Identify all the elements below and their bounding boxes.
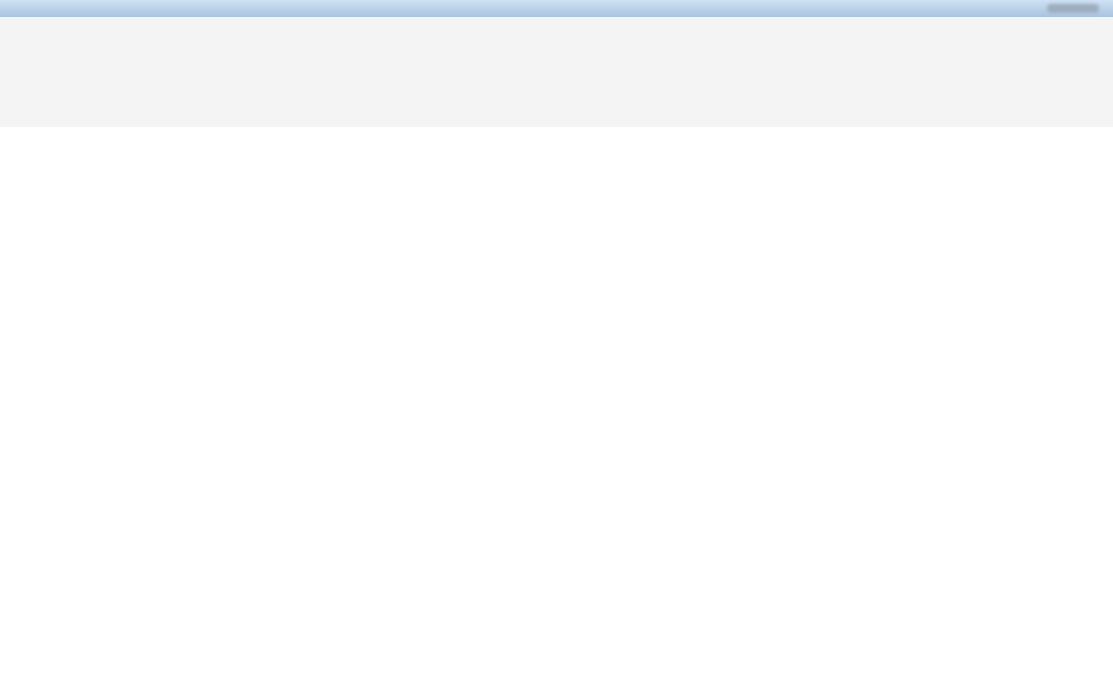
title-bar bbox=[0, 0, 1113, 18]
titlebar-smudge bbox=[1047, 4, 1099, 13]
menu-bar bbox=[0, 17, 1113, 41]
toolbar-navigation bbox=[0, 72, 1113, 101]
toolbar-main bbox=[0, 40, 1113, 73]
toolbar-drawing bbox=[0, 100, 1113, 128]
kline-chart[interactable] bbox=[0, 140, 1113, 683]
date-axis bbox=[0, 127, 1113, 140]
